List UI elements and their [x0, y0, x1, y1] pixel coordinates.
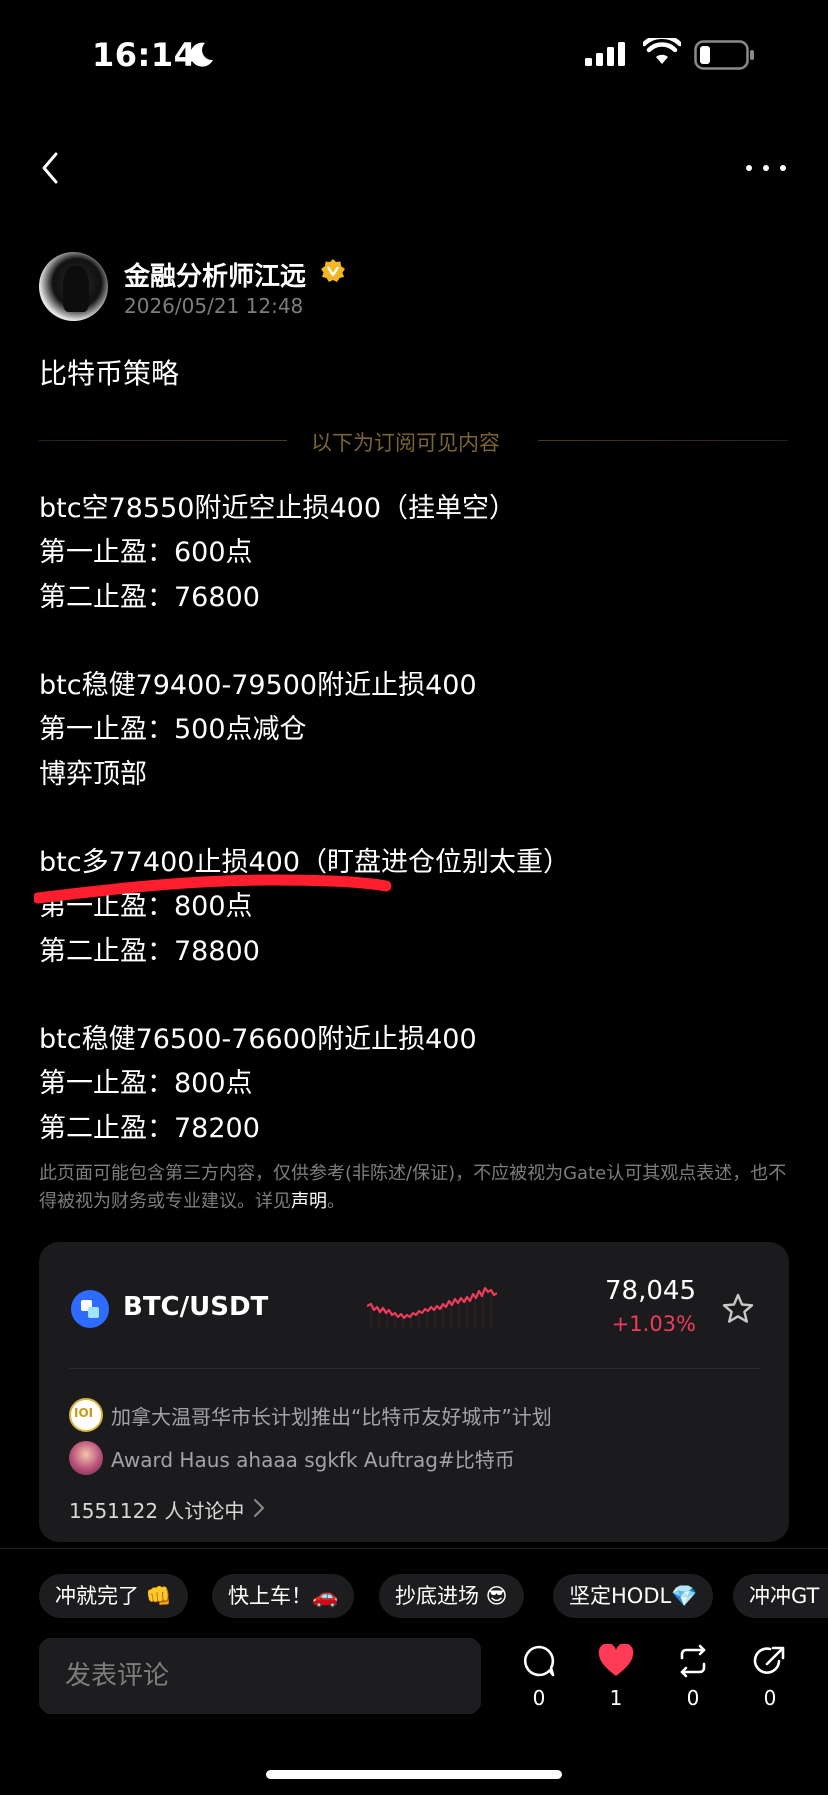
news-text: 加拿大温哥华市长计划推出“比特币友好城市”计划 [111, 1405, 552, 1429]
post-line: 第二止盈：76800 [39, 582, 260, 613]
news-source-avatar [69, 1441, 103, 1475]
divider-line [538, 440, 788, 441]
post-line: 第一止盈：600点 [39, 537, 253, 568]
share-icon [753, 1646, 785, 1674]
discussion-count[interactable]: 1551122 人讨论中 [69, 1495, 244, 1524]
post-line: btc稳健76500-76600附近止损400 [39, 1024, 477, 1055]
quick-reply-chip[interactable]: 抄底进场 😎 [379, 1574, 524, 1618]
status-bar: 16:14 [0, 0, 828, 110]
news-text: Award Haus ahaaa sgkfk Auftrag#比特币 [111, 1448, 515, 1472]
comment-icon [523, 1645, 555, 1677]
home-indicator[interactable] [266, 1770, 562, 1779]
post-line: btc稳健79400-79500附近止损400 [39, 670, 477, 701]
post-line: 第一止盈：800点 [39, 1068, 253, 1099]
price: 78,045 [605, 1276, 696, 1306]
disclaimer-link[interactable]: 声明 [291, 1191, 327, 1212]
post-line: 第二止盈：78800 [39, 936, 260, 967]
repost-icon [680, 1644, 706, 1678]
price-sparkline [367, 1286, 497, 1330]
author-name[interactable]: 金融分析师江远 [124, 256, 306, 293]
news-source-avatar [69, 1398, 103, 1432]
star-icon[interactable] [721, 1292, 755, 1326]
bottom-separator [0, 1548, 828, 1549]
like-count: 1 [609, 1686, 623, 1710]
verified-badge-icon [321, 259, 345, 282]
battery-icon [694, 40, 754, 70]
share-action[interactable]: 0 [740, 1644, 800, 1716]
wifi-icon [643, 38, 681, 64]
cellular-signal-icon [585, 42, 625, 66]
gate-coin-icon [71, 1290, 109, 1328]
trading-pair[interactable]: BTC/USDT [123, 1292, 268, 1322]
price-change: +1.03% [611, 1312, 696, 1336]
chevron-right-icon[interactable] [253, 1498, 265, 1518]
like-action[interactable]: 1 [586, 1644, 646, 1716]
comment-action[interactable]: 0 [509, 1644, 569, 1716]
post-line: 博弈顶部 [39, 759, 147, 790]
disclaimer: 此页面可能包含第三方内容，仅供参考(非陈述/保证)，不应被视为Gate认可其观点… [39, 1163, 787, 1212]
comment-count: 0 [532, 1686, 546, 1710]
repost-action[interactable]: 0 [663, 1644, 723, 1716]
more-options-icon[interactable] [744, 160, 788, 176]
share-count: 0 [763, 1686, 777, 1710]
author-avatar[interactable] [39, 252, 108, 321]
red-marker-underline [34, 874, 392, 904]
quick-reply-chip[interactable]: 冲冲GT [733, 1574, 828, 1618]
heart-icon [598, 1644, 634, 1676]
card-divider [69, 1368, 759, 1369]
post-line: 第二止盈：78200 [39, 1113, 260, 1144]
post-line: 第一止盈：500点减仓 [39, 714, 307, 745]
back-icon[interactable] [36, 148, 66, 188]
post-timestamp: 2026/05/21 12:48 [124, 294, 304, 318]
post-line: btc空78550附近空止损400（挂单空） [39, 493, 516, 524]
market-card[interactable]: BTC/USDT 78,045 +1.03% 加拿大温哥华市长计划推出“比特币友… [39, 1242, 789, 1542]
moon-icon [190, 42, 213, 67]
comment-input[interactable] [39, 1638, 481, 1714]
repost-count: 0 [686, 1686, 700, 1710]
quick-reply-chip[interactable]: 快上车！🚗 [212, 1574, 355, 1618]
quick-reply-chip[interactable]: 冲就完了 👊 [39, 1574, 188, 1618]
status-time: 16:14 [92, 36, 197, 74]
subscription-divider: 以下为订阅可见内容 [311, 431, 500, 455]
quick-reply-chip[interactable]: 坚定HODL💎 [553, 1574, 714, 1618]
post-title: 比特币策略 [39, 357, 180, 390]
divider-line [39, 440, 287, 441]
